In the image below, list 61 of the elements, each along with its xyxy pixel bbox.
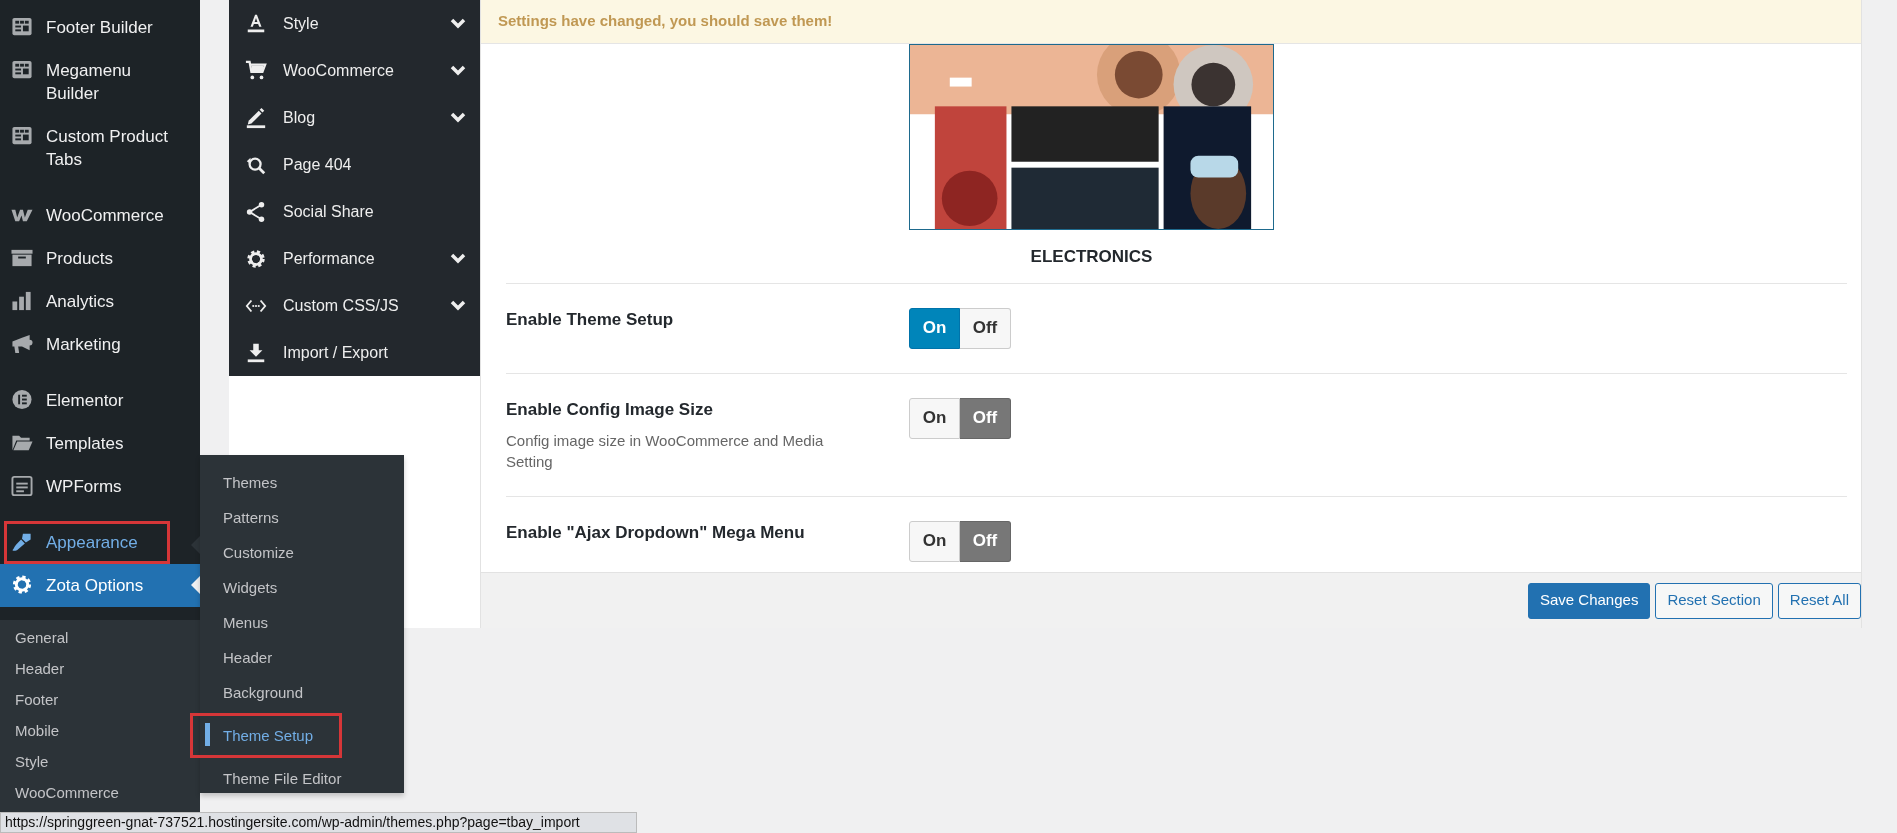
megaphone-icon	[9, 333, 35, 355]
options-menu-item[interactable]: Page 404	[229, 141, 480, 188]
cart-icon	[245, 59, 267, 82]
box-icon	[9, 247, 35, 269]
flyout-item[interactable]: Theme File Editor	[200, 761, 404, 796]
menu-item[interactable]: Megamenu Builder	[0, 49, 200, 115]
options-menu-item[interactable]: Performance	[229, 235, 480, 282]
options-menu-item[interactable]: Import / Export	[229, 329, 480, 376]
flyout-item[interactable]: Patterns	[200, 500, 404, 535]
flyout-item[interactable]: Background	[200, 675, 404, 710]
flyout-item[interactable]: Menus	[200, 605, 404, 640]
download-icon	[245, 341, 267, 364]
options-menu-item[interactable]: Custom CSS/JS	[229, 282, 480, 329]
on-option[interactable]: On	[909, 520, 960, 562]
layout-grid-icon	[9, 59, 35, 81]
on-option[interactable]: On	[909, 307, 960, 349]
menu-item[interactable]: Zota Options	[0, 564, 200, 607]
submenu-item[interactable]: Footer	[0, 684, 200, 715]
menu-item[interactable]: Analytics	[0, 280, 200, 323]
settings-icon	[245, 247, 267, 270]
status-url: https://springgreen-gnat-737521.hostingersite.com/wp-admin/themes.php?page=tbay_import	[0, 812, 637, 833]
pencil-icon	[245, 106, 267, 129]
menu-item[interactable]: Custom Product Tabs	[0, 115, 200, 181]
preset-caption: ELECTRONICS	[1029, 246, 1154, 268]
off-option[interactable]: Off	[960, 520, 1011, 562]
menu-item[interactable]: Footer Builder	[0, 6, 200, 49]
submenu-item[interactable]: Header	[0, 653, 200, 684]
form-icon	[9, 475, 35, 497]
layout-grid-icon	[9, 125, 35, 147]
setting-description: Config image size in WooCommerce and Media Setting	[506, 430, 825, 472]
share-icon	[245, 200, 267, 223]
flyout-item[interactable]: Customize	[200, 535, 404, 570]
notice-text: Settings have changed, you should save them!	[481, 0, 1861, 44]
layout-grid-icon	[9, 16, 35, 38]
text-style-icon	[245, 12, 267, 35]
options-menu-item[interactable]: WooCommerce	[229, 47, 480, 94]
reset-button[interactable]: Reset Section	[1655, 582, 1773, 619]
menu-item[interactable]: Templates	[0, 422, 200, 465]
options-menu-item[interactable]: Blog	[229, 94, 480, 141]
menu-item[interactable]: WooCommerce	[0, 194, 200, 237]
circle-logo-icon	[9, 389, 35, 411]
save-button[interactable]: Save Changes	[1528, 582, 1651, 619]
submenu-item[interactable]: WooCommerce	[0, 777, 200, 808]
flyout-item[interactable]: Theme Setup	[190, 713, 342, 758]
off-option[interactable]: Off	[960, 397, 1011, 439]
menu-item[interactable]: WPForms	[0, 465, 200, 508]
menu-item[interactable]: Elementor	[0, 379, 200, 422]
menu-item[interactable]: Marketing	[0, 323, 200, 366]
setting-label: Enable Config Image Size	[506, 398, 714, 421]
setting-label: Enable Theme Setup	[506, 308, 675, 331]
options-menu-item[interactable]: Style	[229, 0, 480, 47]
off-option[interactable]: Off	[960, 307, 1011, 349]
on-option[interactable]: On	[909, 397, 960, 439]
flyout-item[interactable]: Header	[200, 640, 404, 675]
reset-button[interactable]: Reset All	[1777, 582, 1861, 619]
menu-item[interactable]: Products	[0, 237, 200, 280]
flyout-item[interactable]: Themes	[200, 465, 404, 500]
flyout-item[interactable]: Widgets	[200, 570, 404, 605]
options-menu-item[interactable]: Social Share	[229, 188, 480, 235]
submenu-item[interactable]: General	[0, 622, 200, 653]
setting-label: Enable "Ajax Dropdown" Mega Menu	[506, 521, 806, 544]
